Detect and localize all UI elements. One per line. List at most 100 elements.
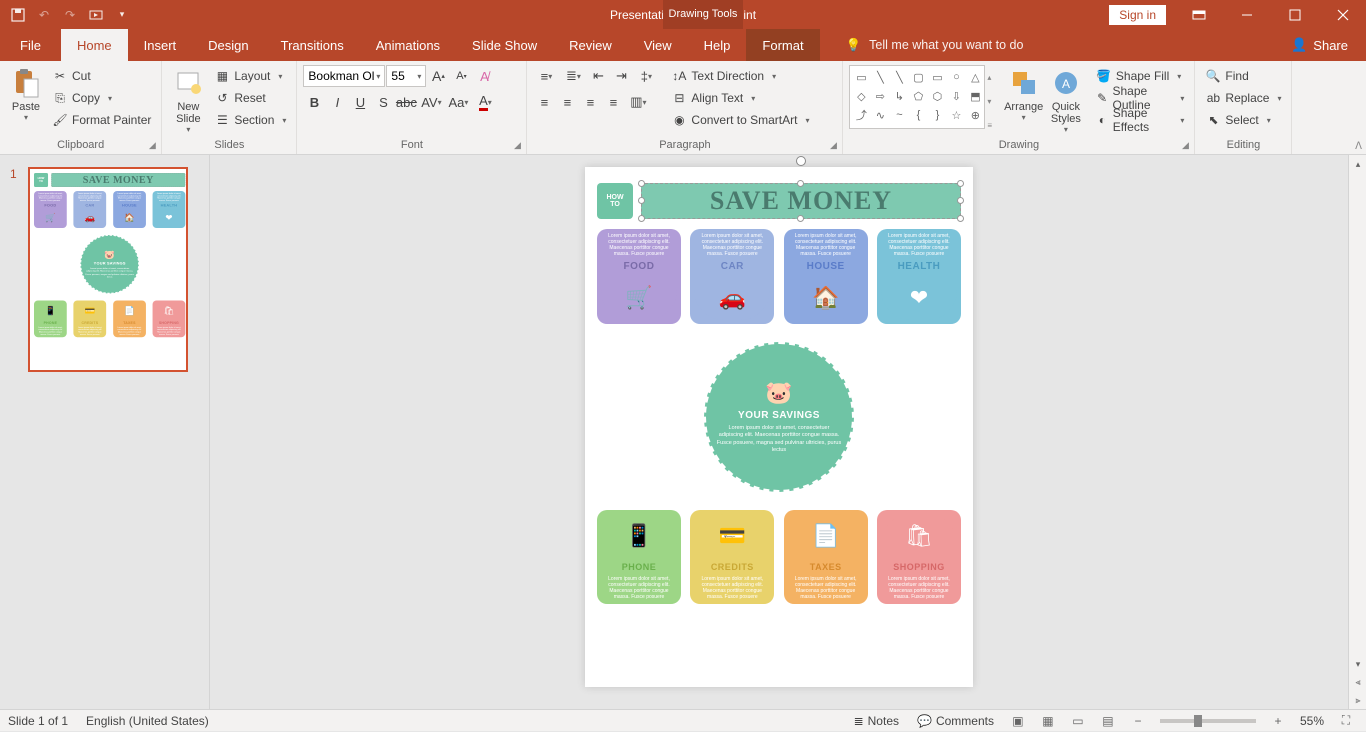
tag-health[interactable]: Lorem ipsum dolor sit amet, consectetuer… [153, 191, 186, 228]
font-name-combo[interactable]: Bookman Ol▾ [303, 65, 385, 87]
scroll-up-icon[interactable]: ▴ [1349, 155, 1366, 173]
close-icon[interactable] [1320, 0, 1366, 29]
slide-thumbnail[interactable]: HOWTO SAVE MONEY Lorem ipsum dolor sit a… [28, 167, 188, 372]
select-button[interactable]: ⬉Select▾ [1201, 109, 1285, 131]
howto-badge[interactable]: HOWTO [597, 183, 633, 219]
increase-font-icon[interactable]: A▴ [427, 65, 449, 87]
tag-credits[interactable]: 💳 CREDITS Lorem ipsum dolor sit amet, co… [690, 510, 774, 604]
align-right-icon[interactable]: ≡ [579, 91, 601, 113]
tag-taxes[interactable]: 📄 TAXES Lorem ipsum dolor sit amet, cons… [784, 510, 868, 604]
bold-button[interactable]: B [303, 91, 325, 113]
zoom-out-icon[interactable]: − [1124, 710, 1152, 732]
title-textbox[interactable]: SAVE MONEY [51, 173, 185, 187]
tab-insert[interactable]: Insert [128, 29, 193, 61]
replace-button[interactable]: abReplace▾ [1201, 87, 1285, 109]
align-center-icon[interactable]: ≡ [556, 91, 578, 113]
tag-credits[interactable]: 💳 CREDITS Lorem ipsum dolor sit amet, co… [74, 301, 107, 338]
tag-food[interactable]: Lorem ipsum dolor sit amet, consectetuer… [597, 229, 681, 324]
dialog-launcher-icon[interactable]: ◢ [510, 138, 524, 152]
tag-shopping[interactable]: 🛍 SHOPPING Lorem ipsum dolor sit amet, c… [877, 510, 961, 604]
dialog-launcher-icon[interactable]: ◢ [1178, 138, 1192, 152]
paste-button[interactable]: Paste ▾ [6, 65, 46, 138]
tab-review[interactable]: Review [553, 29, 628, 61]
convert-smartart-button[interactable]: ◉Convert to SmartArt▾ [667, 109, 813, 131]
text-direction-button[interactable]: ↕AText Direction▾ [667, 65, 813, 87]
columns-button[interactable]: ▥▾ [625, 91, 651, 113]
tab-slideshow[interactable]: Slide Show [456, 29, 553, 61]
collapse-ribbon-icon[interactable]: ᐱ [1355, 141, 1362, 152]
new-slide-button[interactable]: New Slide▾ [168, 65, 208, 138]
tab-help[interactable]: Help [688, 29, 747, 61]
tag-car[interactable]: Lorem ipsum dolor sit amet, consectetuer… [74, 191, 107, 228]
align-left-icon[interactable]: ≡ [533, 91, 555, 113]
tab-transitions[interactable]: Transitions [265, 29, 360, 61]
signin-button[interactable]: Sign in [1109, 5, 1166, 25]
tag-taxes[interactable]: 📄 TAXES Lorem ipsum dolor sit amet, cons… [113, 301, 146, 338]
line-spacing-button[interactable]: ‡▾ [633, 65, 659, 87]
tag-house[interactable]: Lorem ipsum dolor sit amet, consectetuer… [784, 229, 868, 324]
cut-button[interactable]: ✂Cut [48, 65, 155, 87]
arrange-button[interactable]: Arrange▾ [1003, 65, 1044, 138]
decrease-indent-icon[interactable]: ⇤ [587, 65, 609, 87]
underline-button[interactable]: U [349, 91, 371, 113]
title-textbox[interactable]: SAVE MONEY [641, 183, 961, 219]
reset-button[interactable]: ↺Reset [210, 87, 290, 109]
tag-house[interactable]: Lorem ipsum dolor sit amet, consectetuer… [113, 191, 146, 228]
quick-styles-button[interactable]: A Quick Styles▾ [1046, 65, 1086, 138]
tell-me-search[interactable]: 💡 Tell me what you want to do [820, 29, 1024, 61]
minimize-icon[interactable] [1224, 0, 1270, 29]
tag-health[interactable]: Lorem ipsum dolor sit amet, consectetuer… [877, 229, 961, 324]
numbering-button[interactable]: ≣▾ [560, 65, 586, 87]
clear-formatting-icon[interactable]: A̸ [473, 65, 495, 87]
start-from-beginning-icon[interactable] [84, 3, 108, 27]
selection-handle[interactable] [957, 180, 964, 187]
ribbon-display-icon[interactable] [1176, 0, 1222, 29]
format-painter-button[interactable]: 🖌Format Painter [48, 109, 155, 131]
dialog-launcher-icon[interactable]: ◢ [826, 138, 840, 152]
tag-shopping[interactable]: 🛍 SHOPPING Lorem ipsum dolor sit amet, c… [153, 301, 186, 338]
tag-car[interactable]: Lorem ipsum dolor sit amet, consectetuer… [690, 229, 774, 324]
layout-button[interactable]: ▦Layout▾ [210, 65, 290, 87]
char-spacing-button[interactable]: AV▾ [418, 91, 444, 113]
align-text-button[interactable]: ⊟Align Text▾ [667, 87, 813, 109]
qat-customize-icon[interactable]: ▾ [110, 3, 134, 27]
gallery-up-icon[interactable]: ▴ [987, 73, 997, 82]
comments-button[interactable]: 💬Comments [909, 710, 1002, 732]
selection-handle[interactable] [638, 215, 645, 222]
rotation-handle[interactable] [796, 156, 806, 166]
redo-icon[interactable]: ↷ [58, 3, 82, 27]
tab-file[interactable]: File [0, 29, 61, 61]
scroll-down-icon[interactable]: ▾ [1349, 655, 1366, 673]
tag-phone[interactable]: 📱 PHONE Lorem ipsum dolor sit amet, cons… [597, 510, 681, 604]
zoom-in-icon[interactable]: + [1264, 710, 1292, 732]
selection-handle[interactable] [957, 197, 964, 204]
sorter-view-icon[interactable]: ▦ [1034, 710, 1062, 732]
undo-icon[interactable]: ↶ [32, 3, 56, 27]
notes-button[interactable]: ≣Notes [846, 710, 907, 732]
tab-view[interactable]: View [628, 29, 688, 61]
slide-canvas[interactable]: HOWTO SAVE MONEY Lorem ipsum dolor sit a… [210, 155, 1348, 709]
fit-window-icon[interactable]: ⛶ [1332, 710, 1360, 732]
gallery-more-icon[interactable]: ≡ [987, 121, 997, 130]
normal-view-icon[interactable]: ▣ [1004, 710, 1032, 732]
vertical-scrollbar[interactable]: ▴ ▾ ⫷ ⫸ [1348, 155, 1366, 709]
selection-handle[interactable] [797, 215, 804, 222]
tab-design[interactable]: Design [192, 29, 264, 61]
font-size-combo[interactable]: 55▾ [386, 65, 426, 87]
savings-circle[interactable]: 🐷 YOUR SAVINGS Lorem ipsum dolor sit ame… [80, 235, 139, 294]
decrease-font-icon[interactable]: A▾ [450, 65, 472, 87]
shadow-button[interactable]: S [372, 91, 394, 113]
strikethrough-button[interactable]: abc [395, 91, 417, 113]
selection-handle[interactable] [638, 197, 645, 204]
reading-view-icon[interactable]: ▭ [1064, 710, 1092, 732]
italic-button[interactable]: I [326, 91, 348, 113]
save-icon[interactable] [6, 3, 30, 27]
prev-slide-icon[interactable]: ⫷ [1349, 673, 1366, 691]
font-color-button[interactable]: A▾ [472, 91, 498, 113]
find-button[interactable]: 🔍Find [1201, 65, 1285, 87]
tab-format[interactable]: Format [746, 29, 819, 61]
section-button[interactable]: ☰Section▾ [210, 109, 290, 131]
howto-badge[interactable]: HOWTO [34, 173, 48, 187]
justify-icon[interactable]: ≡ [602, 91, 624, 113]
share-button[interactable]: 👤 Share [1291, 29, 1366, 61]
